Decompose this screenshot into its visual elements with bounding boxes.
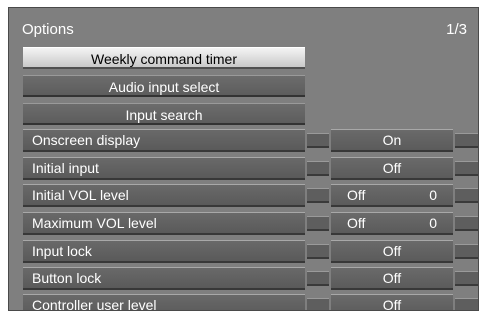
setting-label: Input lock — [23, 240, 305, 263]
setting-row-onscreen-display[interactable]: Onscreen display On — [9, 129, 478, 152]
menu-title: Options — [22, 21, 74, 38]
setting-value[interactable]: Off 0 — [331, 212, 453, 235]
menu-title-bar: Options 1/3 — [9, 8, 478, 46]
page-indicator: 1/3 — [446, 21, 467, 38]
increase-arrow[interactable] — [455, 133, 478, 148]
setting-label: Button lock — [23, 267, 305, 290]
decrease-arrow[interactable] — [307, 161, 329, 176]
decrease-arrow[interactable] — [307, 188, 329, 203]
setting-label: Controller user level — [23, 294, 305, 310]
setting-value[interactable]: Off — [331, 294, 453, 311]
setting-label: Initial VOL level — [23, 184, 305, 207]
weekly-command-timer-button[interactable]: Weekly command timer — [23, 47, 305, 69]
setting-value-text: Off — [382, 243, 402, 259]
increase-arrow[interactable] — [455, 244, 478, 259]
setting-label: Onscreen display — [23, 129, 305, 152]
input-search-button[interactable]: Input search — [23, 103, 305, 125]
setting-value[interactable]: Off — [331, 157, 453, 180]
setting-label: Initial input — [23, 157, 305, 180]
setting-level-text: 0 — [429, 187, 437, 203]
setting-level-text: 0 — [429, 215, 437, 231]
setting-value-text: On — [382, 132, 402, 148]
setting-label: Maximum VOL level — [23, 212, 305, 235]
setting-value-text: Off — [382, 270, 402, 286]
increase-arrow[interactable] — [455, 216, 478, 231]
audio-input-select-button[interactable]: Audio input select — [23, 75, 305, 97]
decrease-arrow[interactable] — [307, 271, 329, 286]
options-menu: Options 1/3 Weekly command timer Audio i… — [8, 7, 479, 311]
setting-value[interactable]: Off 0 — [331, 184, 453, 207]
setting-row-initial-vol-level[interactable]: Initial VOL level Off 0 — [9, 184, 478, 207]
increase-arrow[interactable] — [455, 161, 478, 176]
increase-arrow[interactable] — [455, 188, 478, 203]
decrease-arrow[interactable] — [307, 216, 329, 231]
increase-arrow[interactable] — [455, 271, 478, 286]
setting-value-text: Off — [382, 297, 402, 311]
setting-value-text: Off — [347, 215, 366, 231]
increase-arrow[interactable] — [455, 298, 478, 310]
setting-value[interactable]: On — [331, 129, 453, 152]
setting-row-input-lock[interactable]: Input lock Off — [9, 240, 478, 263]
setting-row-controller-user-level[interactable]: Controller user level Off — [9, 294, 478, 311]
setting-value[interactable]: Off — [331, 267, 453, 290]
setting-value-text: Off — [382, 160, 402, 176]
decrease-arrow[interactable] — [307, 244, 329, 259]
setting-row-maximum-vol-level[interactable]: Maximum VOL level Off 0 — [9, 212, 478, 235]
setting-value[interactable]: Off — [331, 240, 453, 263]
setting-row-initial-input[interactable]: Initial input Off — [9, 157, 478, 180]
decrease-arrow[interactable] — [307, 298, 329, 310]
setting-value-text: Off — [347, 187, 366, 203]
decrease-arrow[interactable] — [307, 133, 329, 148]
setting-row-button-lock[interactable]: Button lock Off — [9, 267, 478, 290]
